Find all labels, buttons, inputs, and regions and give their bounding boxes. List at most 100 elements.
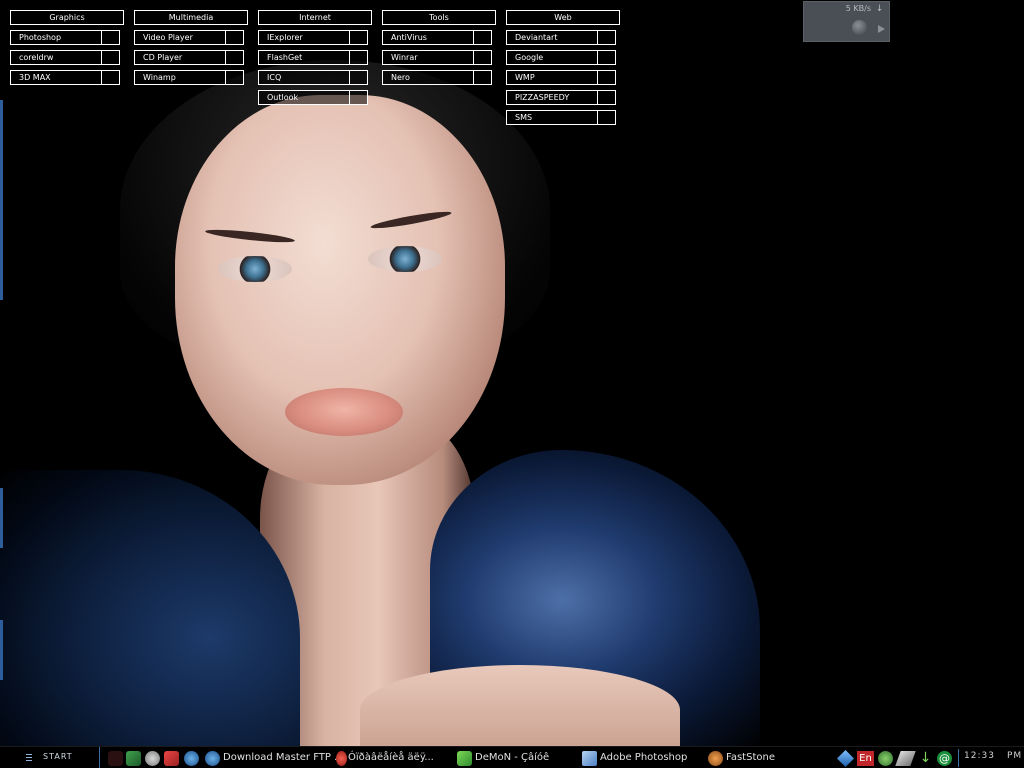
menu-item-box bbox=[473, 30, 491, 45]
wallpaper-hand bbox=[360, 665, 680, 746]
globe-icon bbox=[205, 751, 220, 766]
group-header[interactable]: Web bbox=[506, 10, 620, 25]
photoshop-icon bbox=[582, 751, 597, 766]
menu-item-label: SMS bbox=[515, 113, 533, 122]
menu-item-label: ICQ bbox=[267, 73, 282, 82]
clock-time: 12:33 bbox=[964, 751, 995, 761]
launch-antivirus[interactable]: AntiVirus bbox=[382, 30, 492, 45]
launch-google[interactable]: Google bbox=[506, 50, 616, 65]
launch-winrar[interactable]: Winrar bbox=[382, 50, 492, 65]
task-label: Adobe Photoshop bbox=[600, 752, 688, 763]
recycle-icon[interactable] bbox=[126, 751, 141, 766]
clock[interactable]: 12:33 PM bbox=[964, 751, 1022, 761]
tools-tray-icon[interactable] bbox=[895, 751, 916, 766]
menu-item-box bbox=[225, 50, 243, 65]
edge-mark bbox=[0, 100, 3, 300]
task-faststone[interactable]: FastStone bbox=[708, 750, 798, 767]
menu-item-box bbox=[597, 30, 615, 45]
menu-item-box bbox=[101, 50, 119, 65]
network-meter-widget[interactable]: 5 KB/s ↓ bbox=[803, 1, 890, 42]
group-header[interactable]: Graphics bbox=[10, 10, 124, 25]
menu-item-box bbox=[473, 70, 491, 85]
launcher-group-multimedia: Multimedia Video Player CD Player Winamp bbox=[134, 10, 248, 85]
launch-winamp[interactable]: Winamp bbox=[134, 70, 244, 85]
start-button[interactable]: START bbox=[0, 747, 100, 768]
menu-item-label: Photoshop bbox=[19, 33, 62, 42]
task-label: Download Master FTP ... bbox=[223, 752, 344, 763]
network-speed: 5 KB/s bbox=[845, 4, 871, 13]
menu-item-box bbox=[225, 30, 243, 45]
download-arrow-icon: ↓ bbox=[875, 4, 884, 14]
status-light-icon bbox=[852, 20, 867, 35]
menu-item-label: WMP bbox=[515, 73, 535, 82]
menu-item-label: Google bbox=[515, 53, 544, 62]
task-label: Óïðàâëåíèå äëÿ... bbox=[348, 752, 434, 763]
menu-item-box bbox=[597, 90, 615, 105]
launch-outlook[interactable]: Outlook bbox=[258, 90, 368, 105]
menu-item-label: 3D MAX bbox=[19, 73, 51, 82]
menu-item-label: Winamp bbox=[143, 73, 176, 82]
menu-item-box bbox=[597, 50, 615, 65]
wallpaper-lips bbox=[285, 388, 403, 436]
launch-3dmax[interactable]: 3D MAX bbox=[10, 70, 120, 85]
launcher-group-internet: Internet IExplorer FlashGet ICQ Outlook bbox=[258, 10, 372, 105]
play-icon[interactable] bbox=[878, 25, 885, 33]
start-label: START bbox=[43, 752, 73, 761]
launch-cd-player[interactable]: CD Player bbox=[134, 50, 244, 65]
menu-item-box bbox=[349, 70, 367, 85]
start-menu-icon bbox=[26, 754, 32, 761]
task-opera[interactable]: Óïðàâëåíèå äëÿ... bbox=[334, 750, 454, 767]
launcher-group-web: Web Deviantart Google WMP PIZZASPEEDY SM… bbox=[506, 10, 620, 125]
launcher-group-tools: Tools AntiVirus Winrar Nero bbox=[382, 10, 496, 85]
puzzle-icon bbox=[457, 751, 472, 766]
launch-coreldrw[interactable]: coreldrw bbox=[10, 50, 120, 65]
launch-photoshop[interactable]: Photoshop bbox=[10, 30, 120, 45]
taskbar: START Download Master FTP ... Óïðàâëåíèå… bbox=[0, 746, 1024, 768]
menu-item-box bbox=[597, 110, 615, 125]
menu-item-label: AntiVirus bbox=[391, 33, 427, 42]
language-indicator[interactable]: En bbox=[857, 751, 874, 766]
menu-item-label: IExplorer bbox=[267, 33, 303, 42]
menu-item-box bbox=[349, 30, 367, 45]
wallpaper-robe-left bbox=[0, 470, 300, 746]
menu-item-label: CD Player bbox=[143, 53, 183, 62]
menu-item-box bbox=[225, 70, 243, 85]
launch-sms[interactable]: SMS bbox=[506, 110, 616, 125]
task-adobe-photoshop[interactable]: Adobe Photoshop bbox=[582, 750, 697, 767]
launch-flashget[interactable]: FlashGet bbox=[258, 50, 368, 65]
menu-item-box bbox=[597, 70, 615, 85]
launch-nero[interactable]: Nero bbox=[382, 70, 492, 85]
at-sign-tray-icon[interactable]: @ bbox=[937, 751, 952, 766]
task-label: FastStone bbox=[726, 752, 775, 763]
launch-iexplorer[interactable]: IExplorer bbox=[258, 30, 368, 45]
globe-tray-icon[interactable] bbox=[878, 751, 893, 766]
edge-mark bbox=[0, 620, 3, 680]
menu-item-box bbox=[349, 90, 367, 105]
menu-item-label: Nero bbox=[391, 73, 410, 82]
menu-item-label: Deviantart bbox=[515, 33, 558, 42]
launch-wmp[interactable]: WMP bbox=[506, 70, 616, 85]
opera-icon bbox=[336, 751, 347, 766]
menu-item-label: Video Player bbox=[143, 33, 193, 42]
launch-deviantart[interactable]: Deviantart bbox=[506, 30, 616, 45]
group-header[interactable]: Tools bbox=[382, 10, 496, 25]
download-tray-icon[interactable]: ↓ bbox=[918, 751, 933, 766]
red-app-icon[interactable] bbox=[164, 751, 179, 766]
edge-mark bbox=[0, 488, 3, 548]
launch-video-player[interactable]: Video Player bbox=[134, 30, 244, 45]
group-header[interactable]: Internet bbox=[258, 10, 372, 25]
menu-item-box bbox=[349, 50, 367, 65]
task-demon[interactable]: DeMoN - Çâíóê bbox=[457, 750, 572, 767]
quicklaunch-app-icon[interactable] bbox=[108, 751, 123, 766]
menu-item-label: FlashGet bbox=[267, 53, 303, 62]
launch-pizzaspeedy[interactable]: PIZZASPEEDY bbox=[506, 90, 616, 105]
globe-quicklaunch-icon[interactable] bbox=[184, 751, 199, 766]
network-tray-icon[interactable] bbox=[837, 750, 854, 767]
task-label: DeMoN - Çâíóê bbox=[475, 752, 550, 763]
menu-item-box bbox=[101, 30, 119, 45]
disc-icon[interactable] bbox=[145, 751, 160, 766]
task-download-master[interactable]: Download Master FTP ... bbox=[205, 750, 344, 767]
launch-icq[interactable]: ICQ bbox=[258, 70, 368, 85]
group-header[interactable]: Multimedia bbox=[134, 10, 248, 25]
clock-ampm: PM bbox=[1006, 751, 1023, 761]
